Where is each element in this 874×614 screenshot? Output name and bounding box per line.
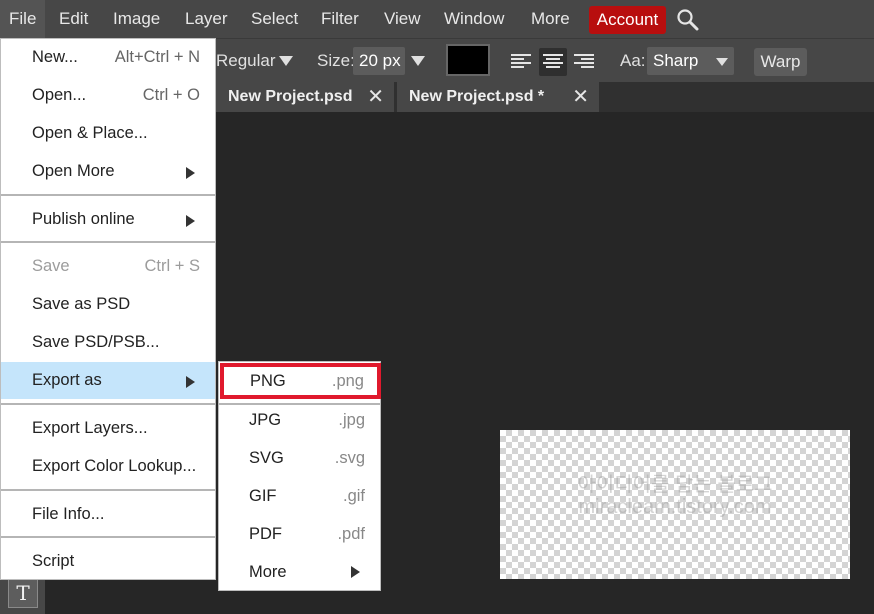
menu-window[interactable]: Window [444,0,504,38]
align-left-button[interactable] [507,48,535,76]
tab-label: New Project.psd [228,88,353,105]
chevron-down-icon[interactable] [411,56,425,66]
menu-item-shortcut: Ctrl + S [144,257,200,275]
export-extension: .gif [342,487,365,505]
menu-item-label: Save as PSD [32,295,131,313]
align-center-icon [543,54,563,68]
menu-item-label: Export Layers... [32,419,148,437]
toolbar: T [0,578,45,614]
export-submenu: PNG .png JPG .jpg SVG .svg GIF .gif PDF … [218,361,381,591]
menu-item-label: Export Color Lookup... [32,457,197,475]
menu-item-label: Save [32,257,70,275]
menu-filter[interactable]: Filter [321,0,359,38]
menu-select[interactable]: Select [251,0,298,38]
menu-item-label: New... [32,48,78,66]
export-pdf[interactable]: PDF .pdf [219,515,380,553]
menu-item-label: Script [32,552,75,570]
export-format-label: PNG [250,372,286,390]
menu-item-export-layers[interactable]: Export Layers... [1,410,215,447]
chevron-down-icon[interactable] [279,56,293,66]
search-icon[interactable] [676,8,700,32]
export-svg[interactable]: SVG .svg [219,439,380,477]
align-left-icon [511,54,531,68]
menu-item-label: Save PSD/PSB... [32,333,160,351]
align-center-button[interactable] [539,48,567,76]
menu-image[interactable]: Image [113,0,160,38]
menu-layer[interactable]: Layer [185,0,228,38]
menu-item-save-psd-psb[interactable]: Save PSD/PSB... [1,324,215,361]
menu-item-script[interactable]: Script [1,543,215,580]
menu-item-label: Open... [32,86,87,104]
menu-divider [1,241,215,243]
menu-item-label: Publish online [32,210,135,228]
menu-divider [1,403,215,405]
export-format-label: JPG [249,411,282,429]
warp-button[interactable]: Warp [754,48,807,76]
menu-item-open[interactable]: Open... Ctrl + O [1,77,215,114]
antialias-value: Sharp [653,51,699,70]
size-label: Size: [317,51,355,70]
menu-edit[interactable]: Edit [59,0,88,38]
menu-item-export-color-lookup[interactable]: Export Color Lookup... [1,448,215,485]
menu-item-label: Open & Place... [32,124,148,142]
tab-label: New Project.psd * [409,88,545,105]
document-canvas[interactable]: 아이디어를 담는 블로그 miracleam.tistory.com [500,430,850,579]
export-png[interactable]: PNG .png [220,363,381,399]
export-more[interactable]: More [219,553,380,591]
export-extension: .png [331,372,364,390]
account-button[interactable]: Account [589,6,666,34]
text-tool-icon[interactable]: T [8,578,38,608]
menu-item-open-more[interactable]: Open More [1,153,215,190]
align-right-button[interactable] [570,48,598,76]
menu-divider [1,489,215,491]
menu-item-file-info[interactable]: File Info... [1,496,215,533]
tab-new-project[interactable]: New Project.psd ✕ [216,82,394,112]
export-format-label: PDF [249,525,282,543]
export-extension: .pdf [337,525,365,543]
menu-item-shortcut: Ctrl + O [142,86,200,104]
menu-view[interactable]: View [384,0,421,38]
menu-item-open-place[interactable]: Open & Place... [1,115,215,152]
menu-divider [1,536,215,538]
close-icon[interactable]: ✕ [367,82,384,112]
align-right-icon [574,54,594,68]
document-tabs: New Project.psd ✕ New Project.psd * ✕ [216,82,874,112]
menu-item-save: Save Ctrl + S [1,248,215,285]
export-gif[interactable]: GIF .gif [219,477,380,515]
export-extension: .jpg [338,411,365,429]
menu-item-save-as-psd[interactable]: Save as PSD [1,286,215,323]
size-input[interactable]: 20 px [353,47,405,75]
menu-divider [1,194,215,196]
close-icon[interactable]: ✕ [572,82,589,112]
watermark-text: 아이디어를 담는 블로그 [577,474,773,496]
menu-item-new[interactable]: New... Alt+Ctrl + N [1,39,215,76]
antialias-label: Aa: [620,51,646,70]
submenu-arrow-icon [186,376,195,388]
submenu-arrow-icon [186,167,195,179]
tab-new-project-modified[interactable]: New Project.psd * ✕ [397,82,599,112]
watermark-url: miracleam.tistory.com [578,496,772,518]
export-format-label: GIF [249,487,277,505]
font-style-select[interactable]: Regular [216,49,276,73]
chevron-down-icon[interactable] [716,58,728,66]
text-color-swatch[interactable] [446,44,490,76]
file-menu: New... Alt+Ctrl + N Open... Ctrl + O Ope… [0,38,216,580]
menu-file[interactable]: File [0,0,45,38]
export-format-label: SVG [249,449,284,467]
menu-more[interactable]: More [531,0,570,38]
export-extension: .svg [334,449,365,467]
submenu-arrow-icon [186,215,195,227]
menu-item-label: File Info... [32,505,105,523]
menu-bar: File Edit Image Layer Select Filter View… [0,0,874,38]
menu-item-shortcut: Alt+Ctrl + N [114,48,200,66]
menu-item-label: Export as [32,371,102,389]
menu-item-publish-online[interactable]: Publish online [1,201,215,238]
menu-item-label: Open More [32,162,115,180]
menu-item-export-as[interactable]: Export as [1,362,215,399]
export-jpg[interactable]: JPG .jpg [219,401,380,439]
export-format-label: More [249,563,287,581]
submenu-arrow-icon [351,566,360,578]
